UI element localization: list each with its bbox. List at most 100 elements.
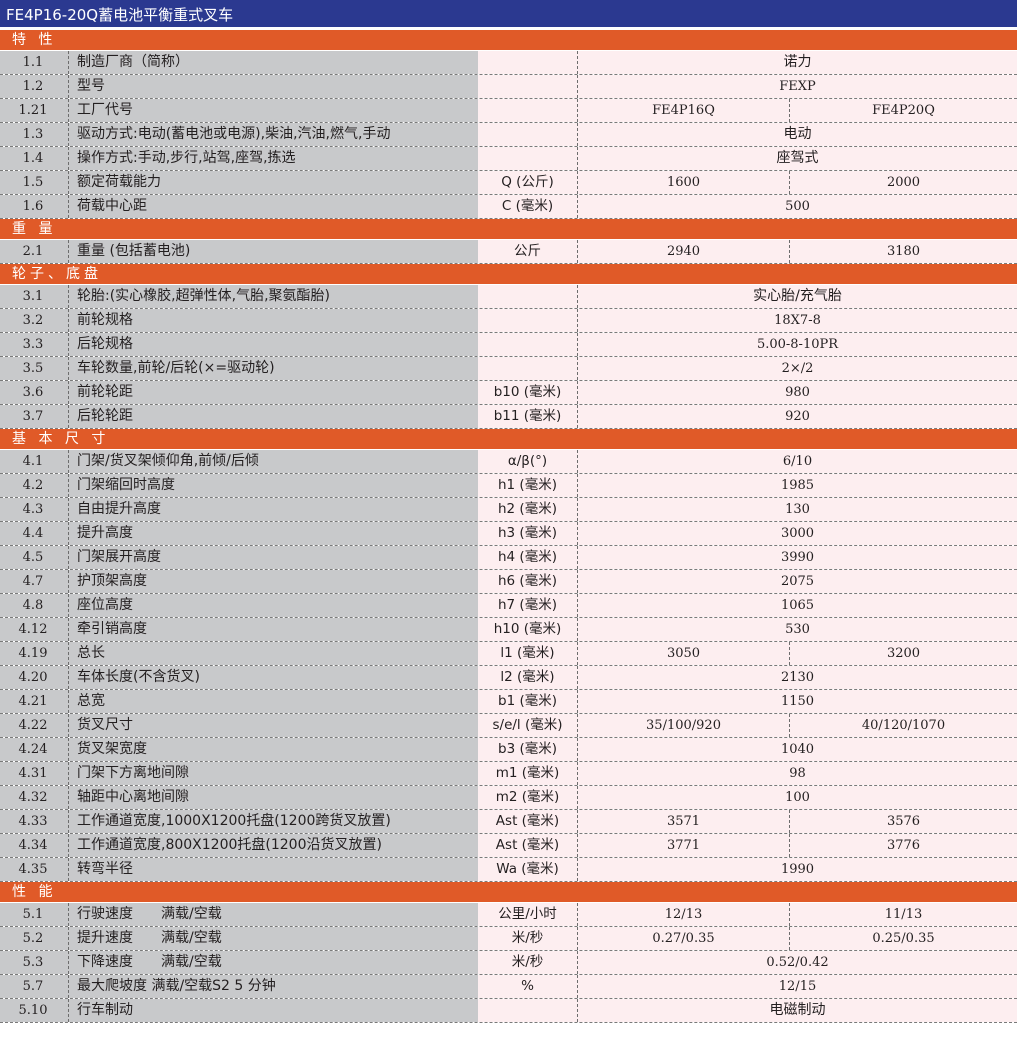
value-common: 1990 [780, 862, 815, 877]
spec-row: 1.4 操作方式:手动,步行,站驾,座驾,拣选 座驾式 [0, 147, 1017, 171]
value-fe4p16q: 35/100/920 [578, 714, 790, 737]
value-fe4p20q: 0.25/0.35 [872, 931, 935, 946]
item-number: 3.6 [22, 385, 44, 400]
value-common: 5.00-8-10PR [756, 337, 839, 352]
item-number: 4.1 [22, 454, 44, 469]
item-unit: b1 (毫米) [478, 690, 578, 713]
item-number: 4.19 [18, 646, 48, 661]
value-common: 12/15 [778, 979, 817, 994]
spec-row: 4.8 座位高度 h7 (毫米) 1065 [0, 594, 1017, 618]
spec-row: 1.1 制造厂商（简称） 诺力 [0, 51, 1017, 75]
item-unit [478, 999, 578, 1022]
spec-table: 特 性 1.1 制造厂商（简称） 诺力 1.2 型号 FEXP 1.21 工厂代号 FE4P16Q… [0, 30, 1017, 1023]
item-unit: m2 (毫米) [478, 786, 578, 809]
item-unit [478, 99, 578, 122]
section-header: 重 量 [0, 219, 1017, 240]
item-unit: h7 (毫米) [478, 594, 578, 617]
value-common: 18X7-8 [774, 313, 821, 328]
value-common: 1040 [780, 742, 815, 757]
item-name: 车轮数量,前轮/后轮(×=驱动轮) [68, 357, 476, 380]
value-common: 3990 [780, 550, 815, 565]
value-common: 电动 [783, 126, 812, 142]
spec-row: 5.1 行驶速度 满载/空载 公里/小时 12/13 11/13 [0, 903, 1017, 927]
item-unit: Ast (毫米) [478, 810, 578, 833]
spec-sheet: FE4P16-20Q蓄电池平衡重式叉车 特 性 1.1 制造厂商（简称） 诺力 1.2 型… [0, 0, 1017, 1055]
item-number: 4.8 [22, 598, 44, 613]
item-number: 1.3 [22, 127, 44, 142]
item-unit: l2 (毫米) [478, 666, 578, 689]
value-common: 6/10 [782, 454, 813, 469]
spec-row: 3.5 车轮数量,前轮/后轮(×=驱动轮) 2×/2 [0, 357, 1017, 381]
spec-row: 4.1 门架/货叉架倾仰角,前倾/后倾 α/β(°) 6/10 [0, 450, 1017, 474]
item-unit: h3 (毫米) [478, 522, 578, 545]
item-unit [478, 285, 578, 308]
value-common: 500 [785, 199, 810, 214]
item-number: 1.21 [18, 103, 48, 118]
item-name: 前轮规格 [68, 309, 476, 332]
value-common: 530 [785, 622, 810, 637]
item-number: 4.31 [18, 766, 48, 781]
item-number: 1.2 [22, 79, 44, 94]
spec-row: 4.20 车体长度(不含货叉) l2 (毫米) 2130 [0, 666, 1017, 690]
value-common: 1985 [780, 478, 815, 493]
item-number: 4.33 [18, 814, 48, 829]
item-name: 门架下方离地间隙 [68, 762, 476, 785]
item-unit: b11 (毫米) [478, 405, 578, 428]
item-number: 4.5 [22, 550, 44, 565]
spec-row: 5.10 行车制动 电磁制动 [0, 999, 1017, 1023]
item-unit: b3 (毫米) [478, 738, 578, 761]
item-unit: l1 (毫米) [478, 642, 578, 665]
item-name: 货叉尺寸 [68, 714, 476, 737]
item-number: 5.1 [22, 907, 44, 922]
item-unit [478, 147, 578, 170]
spec-row: 1.2 型号 FEXP [0, 75, 1017, 99]
item-number: 4.20 [18, 670, 48, 685]
spec-row: 3.1 轮胎:(实心橡胶,超弹性体,气胎,聚氨酯胎) 实心胎/充气胎 [0, 285, 1017, 309]
value-fe4p16q: 2940 [578, 240, 790, 263]
spec-row: 2.1 重量 (包括蓄电池) 公斤 2940 3180 [0, 240, 1017, 264]
spec-row: 4.5 门架展开高度 h4 (毫米) 3990 [0, 546, 1017, 570]
item-name: 荷载中心距 [68, 195, 476, 218]
section-header: 性 能 [0, 882, 1017, 903]
item-number: 4.35 [18, 862, 48, 877]
item-number: 1.4 [22, 151, 44, 166]
item-name: 轴距中心离地间隙 [68, 786, 476, 809]
spec-row: 5.7 最大爬坡度 满载/空载S2 5 分钟% 12/15 [0, 975, 1017, 999]
item-name: 货叉架宽度 [68, 738, 476, 761]
item-name: 最大爬坡度 满载/空载S2 5 分钟 [68, 975, 476, 998]
item-unit [478, 333, 578, 356]
item-name: 工作通道宽度,800X1200托盘(1200沿货叉放置) [68, 834, 476, 857]
item-unit: Ast (毫米) [478, 834, 578, 857]
section-header: 基 本 尺 寸 [0, 429, 1017, 450]
item-unit: h2 (毫米) [478, 498, 578, 521]
value-common: 2130 [780, 670, 815, 685]
item-name: 提升高度 [68, 522, 476, 545]
item-unit: Q (公斤) [478, 171, 578, 194]
spec-row: 4.34 工作通道宽度,800X1200托盘(1200沿货叉放置) Ast (毫米)… [0, 834, 1017, 858]
item-unit [478, 123, 578, 146]
spec-row: 5.2 提升速度 满载/空载 米/秒 0.27/0.35 0.25/0.35 [0, 927, 1017, 951]
spec-row: 3.3 后轮规格 5.00-8-10PR [0, 333, 1017, 357]
value-common: 130 [785, 502, 810, 517]
item-name: 行车制动 [68, 999, 476, 1022]
value-fe4p20q: 3776 [886, 838, 921, 853]
item-unit: α/β(°) [478, 450, 578, 473]
item-unit: b10 (毫米) [478, 381, 578, 404]
value-fe4p20q: 3576 [886, 814, 921, 829]
item-unit: 米/秒 [478, 927, 578, 950]
item-unit: h1 (毫米) [478, 474, 578, 497]
item-number: 4.12 [18, 622, 48, 637]
spec-row: 4.22 货叉尺寸 s/e/l (毫米) 35/100/920 40/120/1070 [0, 714, 1017, 738]
spec-row: 1.21 工厂代号 FE4P16Q FE4P20Q [0, 99, 1017, 123]
value-fe4p20q: 2000 [886, 175, 921, 190]
item-name: 下降速度 满载/空载 [68, 951, 476, 974]
value-common: 诺力 [783, 54, 812, 70]
item-name: 门架展开高度 [68, 546, 476, 569]
item-number: 3.2 [22, 313, 44, 328]
item-unit: h4 (毫米) [478, 546, 578, 569]
value-fe4p20q: 3180 [886, 244, 921, 259]
value-common: 100 [785, 790, 810, 805]
value-common: 电磁制动 [769, 1002, 826, 1018]
item-name: 牵引销高度 [68, 618, 476, 641]
spec-row: 4.32 轴距中心离地间隙 m2 (毫米) 100 [0, 786, 1017, 810]
